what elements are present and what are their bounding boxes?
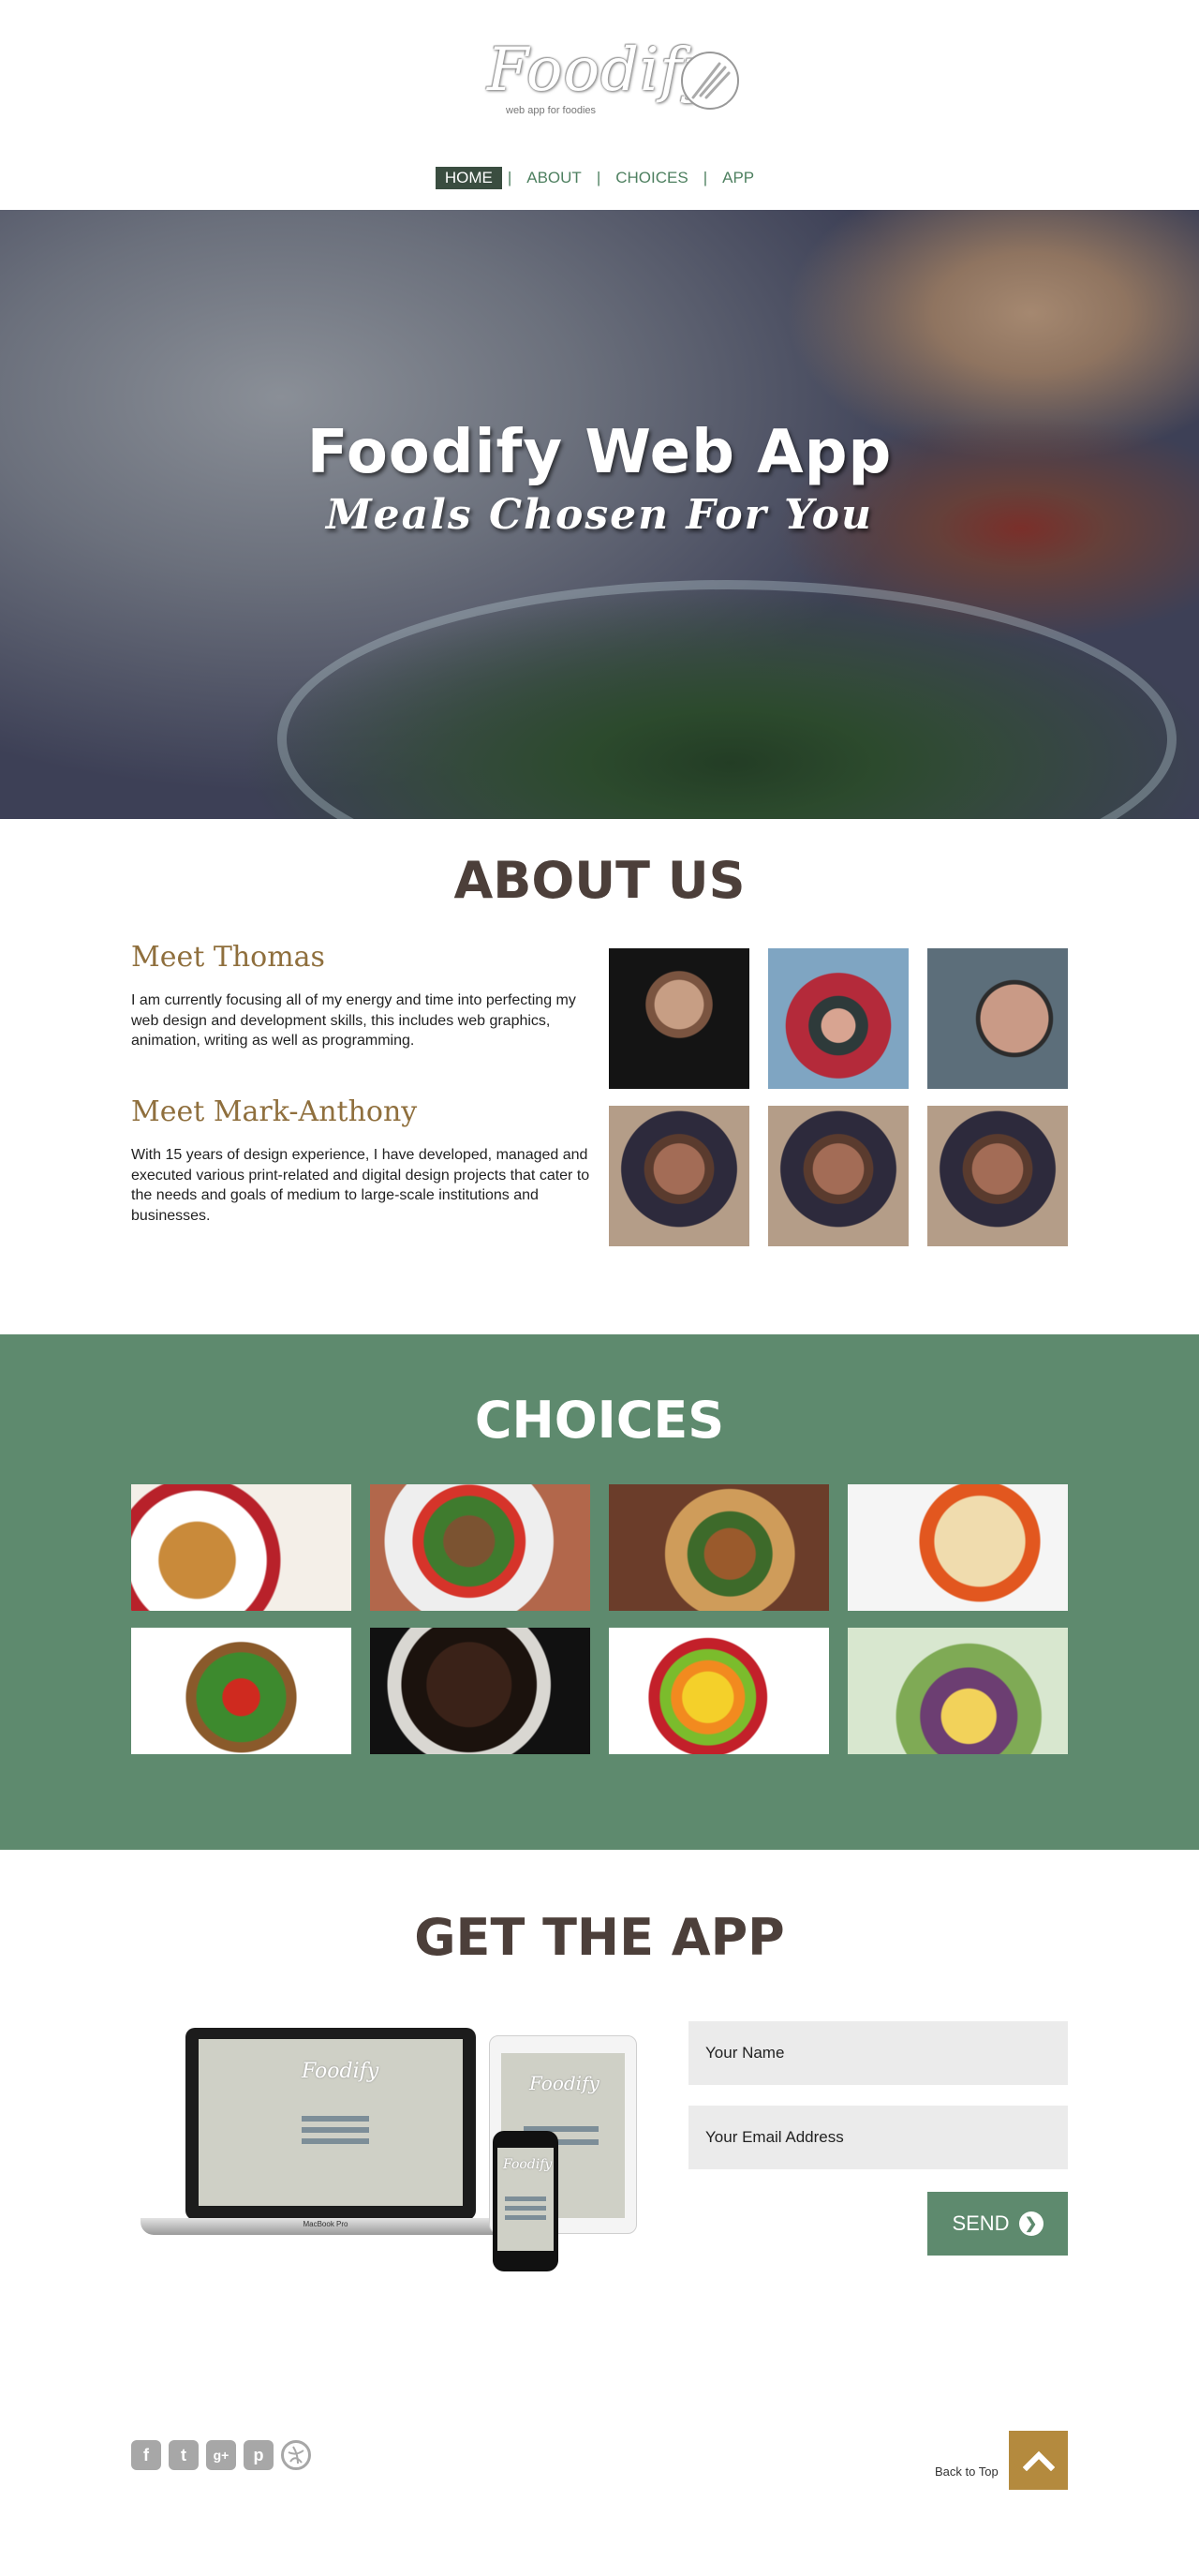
hero-salad-bowl-image xyxy=(277,580,1177,819)
food-tile-smoothies[interactable] xyxy=(848,1628,1068,1754)
about-title: ABOUT US xyxy=(453,851,746,910)
google-plus-icon[interactable]: g+ xyxy=(206,2440,236,2470)
food-tile-chicken-salad[interactable] xyxy=(370,1484,590,1611)
back-to-top-button[interactable] xyxy=(1009,2431,1068,2490)
food-tile-fruit[interactable] xyxy=(609,1628,829,1754)
thomas-photo-3 xyxy=(927,948,1068,1089)
device-mockups-image: Foodify MacBook Pro Foodify Foodify xyxy=(141,2028,637,2281)
mini-bar xyxy=(302,2116,369,2122)
mini-bar xyxy=(505,2196,546,2201)
nav-choices[interactable]: CHOICES xyxy=(606,167,697,189)
mini-bar xyxy=(302,2138,369,2144)
chevron-up-icon xyxy=(1022,2450,1055,2471)
laptop-label: MacBook Pro xyxy=(303,2220,348,2228)
phone-mockup: Foodify xyxy=(493,2131,558,2271)
food-tile-roast-vegetables[interactable] xyxy=(609,1484,829,1611)
laptop-screen-content: Foodify xyxy=(199,2039,463,2206)
app-title: GET THE APP xyxy=(414,1908,785,1967)
social-links: f t g+ p xyxy=(131,2440,311,2470)
hero-subtitle: Meals Chosen For You xyxy=(325,491,874,539)
foodify-logo[interactable]: Foodify web app for foodies xyxy=(487,34,749,127)
site-header: Foodify web app for foodies HOME | ABOUT… xyxy=(0,0,1199,210)
food-tile-waffles[interactable] xyxy=(131,1484,351,1611)
mini-bar xyxy=(505,2206,546,2211)
send-button-label: SEND xyxy=(952,2211,1010,2235)
app-section: GET THE APP Foodify MacBook Pro Foodify … xyxy=(0,1850,1199,2412)
mark-anthony-photo-2 xyxy=(768,1106,909,1246)
nav-separator: | xyxy=(703,169,708,186)
person-bio: With 15 years of design experience, I ha… xyxy=(131,1147,590,1224)
laptop-mockup: Foodify xyxy=(185,2028,476,2220)
nav-separator: | xyxy=(507,169,512,186)
fork-icon xyxy=(681,52,739,110)
mini-logo: Foodify xyxy=(302,2060,379,2083)
mini-logo: Foodify xyxy=(529,2072,600,2094)
nav-app[interactable]: APP xyxy=(713,167,763,189)
mark-anthony-photo-3 xyxy=(927,1106,1068,1246)
mini-bar xyxy=(505,2215,546,2220)
laptop-base: MacBook Pro xyxy=(141,2218,511,2235)
logo-tagline: web app for foodies xyxy=(506,105,597,116)
person-mark-anthony: Meet Mark-Anthony With 15 years of desig… xyxy=(131,1095,590,1226)
food-tile-popcorn[interactable] xyxy=(848,1484,1068,1611)
hero-title: Foodify Web App xyxy=(306,418,893,487)
mark-anthony-photo-1 xyxy=(609,1106,749,1246)
choices-title: CHOICES xyxy=(474,1391,725,1450)
person-heading: Meet Mark-Anthony xyxy=(131,1095,418,1128)
person-heading: Meet Thomas xyxy=(131,941,325,974)
site-footer: f t g+ p Back to Top xyxy=(0,2412,1199,2576)
arrow-right-icon: ❯ xyxy=(1018,2211,1044,2236)
name-field[interactable] xyxy=(688,2021,1068,2085)
facebook-icon[interactable]: f xyxy=(131,2440,161,2470)
dribbble-icon[interactable] xyxy=(281,2440,311,2470)
twitter-icon[interactable]: t xyxy=(169,2440,199,2470)
pinterest-icon[interactable]: p xyxy=(244,2440,274,2470)
mini-logo: Foodify xyxy=(503,2157,553,2172)
food-tile-vegetable-basket[interactable] xyxy=(131,1628,351,1754)
nav-home[interactable]: HOME xyxy=(435,167,502,189)
choices-section: CHOICES xyxy=(0,1334,1199,1850)
person-bio: I am currently focusing all of my energy… xyxy=(131,992,576,1050)
thomas-photo-1 xyxy=(609,948,749,1089)
nav-about[interactable]: ABOUT xyxy=(517,167,591,189)
nav-separator: | xyxy=(596,169,601,186)
send-button[interactable]: SEND ❯ xyxy=(927,2192,1068,2256)
hero-banner: Foodify Web App Meals Chosen For You xyxy=(0,210,1199,819)
person-thomas: Meet Thomas I am currently focusing all … xyxy=(131,941,590,1051)
back-to-top-label[interactable]: Back to Top xyxy=(935,2464,999,2479)
about-section: ABOUT US Meet Thomas I am currently focu… xyxy=(0,819,1199,1334)
email-field[interactable] xyxy=(688,2106,1068,2169)
main-nav: HOME | ABOUT | CHOICES | APP xyxy=(0,167,1199,189)
mini-bar xyxy=(302,2127,369,2133)
dribbble-glyph xyxy=(288,2446,304,2464)
food-tile-chocolate-cake[interactable] xyxy=(370,1628,590,1754)
thomas-photo-2 xyxy=(768,948,909,1089)
phone-screen-content: Foodify xyxy=(497,2148,554,2251)
